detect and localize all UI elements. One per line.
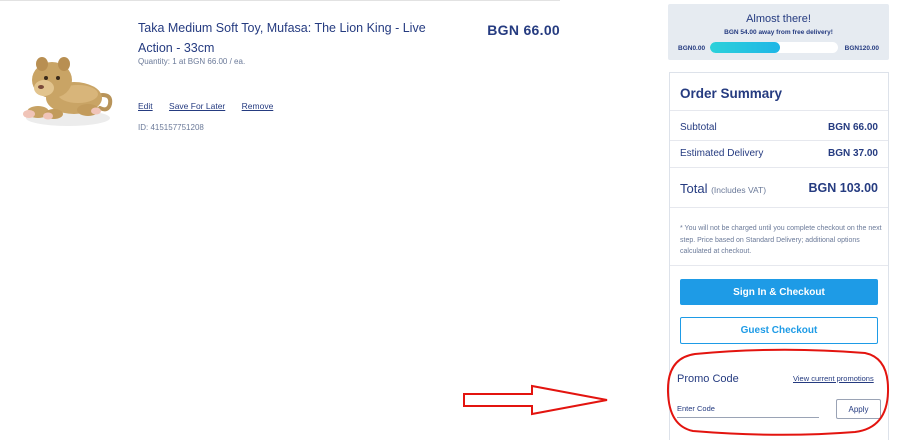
total-label: Total (Includes VAT) <box>680 181 766 196</box>
product-quantity-text: Quantity: 1 at BGN 66.00 / ea. <box>138 57 246 66</box>
save-for-later-link[interactable]: Save For Later <box>169 101 225 111</box>
sign-in-checkout-button[interactable]: Sign In & Checkout <box>680 279 878 305</box>
estimated-delivery-label: Estimated Delivery <box>680 148 764 159</box>
edit-link[interactable]: Edit <box>138 101 153 111</box>
product-image[interactable] <box>8 38 118 136</box>
total-vat-note: (Includes VAT) <box>711 185 767 195</box>
item-actions: Edit Save For Later Remove <box>138 101 287 111</box>
product-title-link[interactable]: Taka Medium Soft Toy, Mufasa: The Lion K… <box>138 18 428 58</box>
summary-divider <box>670 167 888 168</box>
subtotal-label: Subtotal <box>680 122 717 133</box>
delivery-banner-title: Almost there! <box>746 13 811 25</box>
checkout-disclaimer: * You will not be charged until you comp… <box>680 225 882 255</box>
delivery-progress-fill <box>710 42 781 53</box>
summary-divider <box>670 207 888 208</box>
product-id-text: ID: 415157751208 <box>138 123 204 132</box>
total-value: BGN 103.00 <box>808 181 878 195</box>
delivery-progress-bar <box>710 42 838 53</box>
summary-divider <box>670 110 888 111</box>
estimated-delivery-value: BGN 37.00 <box>827 148 878 159</box>
summary-divider <box>670 140 888 141</box>
annotation-arrow-icon <box>463 384 608 416</box>
total-label-text: Total <box>680 181 708 196</box>
free-delivery-banner: Almost there! BGN 54.00 away from free d… <box>668 4 889 60</box>
subtotal-value: BGN 66.00 <box>827 122 878 133</box>
remove-link[interactable]: Remove <box>242 101 274 111</box>
annotation-highlight-ellipse <box>666 348 890 436</box>
lion-toy-image <box>23 57 113 126</box>
progress-max-label: BGN120.00 <box>844 45 879 52</box>
delivery-banner-subtitle: BGN 54.00 away from free delivery! <box>724 29 833 36</box>
product-price: BGN 66.00 <box>487 22 560 38</box>
summary-divider <box>670 265 888 266</box>
top-divider <box>0 0 560 1</box>
progress-min-label: BGN0.00 <box>678 45 706 52</box>
order-summary-title: Order Summary <box>680 86 783 101</box>
guest-checkout-button[interactable]: Guest Checkout <box>680 317 878 344</box>
